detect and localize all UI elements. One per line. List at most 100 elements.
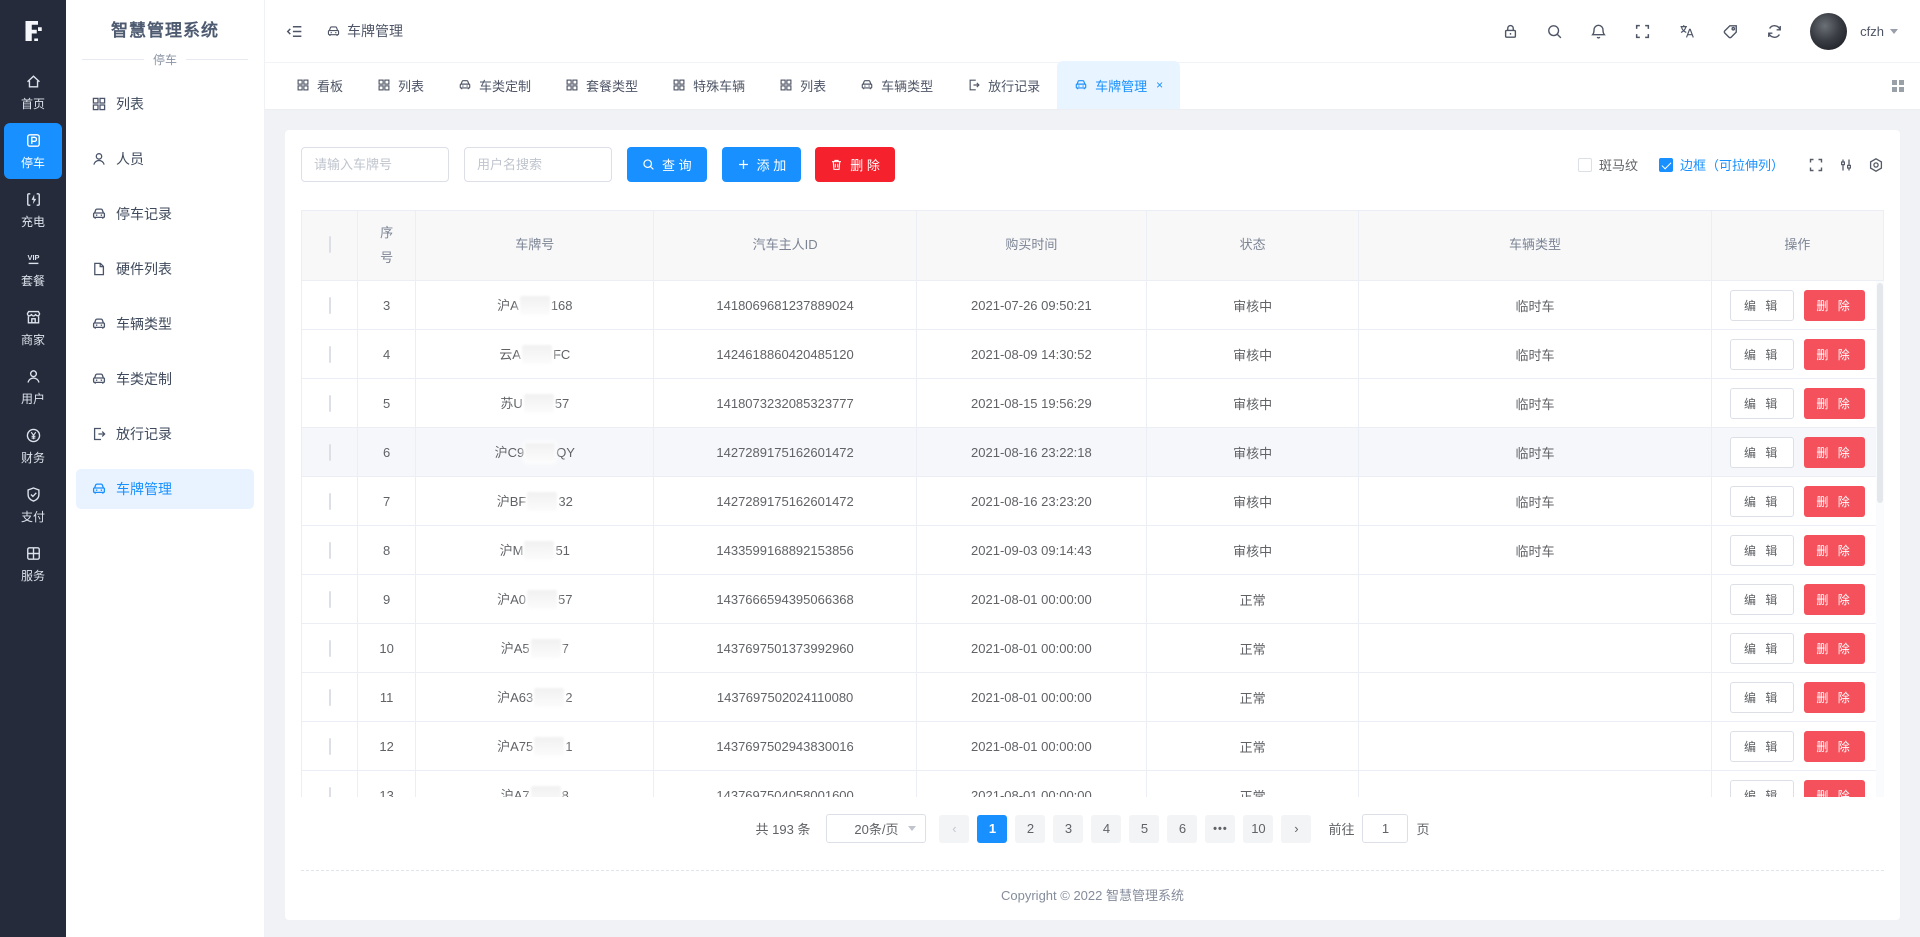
- row-checkbox[interactable]: [329, 395, 331, 412]
- rail-item-vip[interactable]: VIP套餐: [4, 241, 62, 297]
- bell-icon: [1590, 23, 1607, 40]
- row-delete-button[interactable]: 删 除: [1804, 486, 1864, 517]
- row-delete-button[interactable]: 删 除: [1804, 731, 1864, 762]
- scrollbar-thumb[interactable]: [1877, 283, 1883, 503]
- plate-number: 沪C9QY: [416, 428, 654, 477]
- rail-item-parking[interactable]: 停车: [4, 123, 62, 179]
- row-checkbox[interactable]: [329, 689, 331, 706]
- tab-8[interactable]: 放行记录: [950, 61, 1057, 109]
- settings-gear-icon[interactable]: [1868, 157, 1884, 173]
- row-edit-button[interactable]: 编 辑: [1730, 682, 1794, 713]
- row-delete-button[interactable]: 删 除: [1804, 633, 1864, 664]
- sidebar-item-2[interactable]: 人员: [76, 139, 254, 179]
- close-icon[interactable]: ×: [1156, 78, 1163, 92]
- row-delete-button[interactable]: 删 除: [1804, 388, 1864, 419]
- sidebar-item-8[interactable]: 车牌管理: [76, 469, 254, 509]
- row-index: 12: [358, 722, 416, 771]
- page-button-3[interactable]: 3: [1053, 815, 1083, 843]
- tab-2[interactable]: 列表: [360, 61, 441, 109]
- row-checkbox[interactable]: [329, 493, 331, 510]
- prev-page-button[interactable]: ‹: [939, 815, 969, 843]
- table-scrollbar[interactable]: [1876, 281, 1884, 797]
- sidebar-item-4[interactable]: 硬件列表: [76, 249, 254, 289]
- app-logo[interactable]: [0, 0, 66, 62]
- row-edit-button[interactable]: 编 辑: [1730, 780, 1794, 798]
- tab-6[interactable]: 列表: [762, 61, 843, 109]
- page-button-5[interactable]: 5: [1129, 815, 1159, 843]
- row-edit-button[interactable]: 编 辑: [1730, 535, 1794, 566]
- username-search-input[interactable]: [464, 147, 612, 182]
- row-delete-button[interactable]: 删 除: [1804, 682, 1864, 713]
- expand-icon[interactable]: [1808, 157, 1824, 173]
- rail-item-charge[interactable]: 充电: [4, 182, 62, 238]
- delete-button[interactable]: 删 除: [815, 147, 895, 182]
- column-settings-icon[interactable]: [1838, 157, 1854, 173]
- rail-item-shop[interactable]: 商家: [4, 300, 62, 356]
- charge-icon: [25, 191, 42, 208]
- border-checkbox[interactable]: [1659, 158, 1673, 172]
- row-checkbox[interactable]: [329, 787, 331, 798]
- row-checkbox[interactable]: [329, 738, 331, 755]
- row-delete-button[interactable]: 删 除: [1804, 437, 1864, 468]
- car-icon: [860, 78, 874, 92]
- sidebar-collapse-icon[interactable]: [285, 22, 304, 41]
- row-edit-button[interactable]: 编 辑: [1730, 584, 1794, 615]
- avatar[interactable]: [1810, 13, 1847, 50]
- vehicle-type: [1359, 673, 1711, 722]
- sidebar-item-7[interactable]: 放行记录: [76, 414, 254, 454]
- row-edit-button[interactable]: 编 辑: [1730, 486, 1794, 517]
- row-delete-button[interactable]: 删 除: [1804, 584, 1864, 615]
- row-checkbox[interactable]: [329, 297, 331, 314]
- row-checkbox[interactable]: [329, 591, 331, 608]
- grid-icon: [672, 78, 686, 92]
- tab-1[interactable]: 看板: [279, 61, 360, 109]
- plate-search-input[interactable]: [301, 147, 449, 182]
- zebra-checkbox[interactable]: [1578, 158, 1592, 172]
- row-delete-button[interactable]: 删 除: [1804, 290, 1864, 321]
- goto-page-input[interactable]: [1362, 814, 1408, 843]
- row-checkbox[interactable]: [329, 640, 331, 657]
- sidebar-item-3[interactable]: 停车记录: [76, 194, 254, 234]
- page-button-6[interactable]: 6: [1167, 815, 1197, 843]
- rail-item-finance[interactable]: 财务: [4, 418, 62, 474]
- row-delete-button[interactable]: 删 除: [1804, 535, 1864, 566]
- page-button-10[interactable]: 10: [1243, 815, 1273, 843]
- tab-5[interactable]: 特殊车辆: [655, 61, 762, 109]
- page-button-1[interactable]: 1: [977, 815, 1007, 843]
- main-area: 车牌管理 cfzh 看板列表车类定制套餐类型特殊车辆列表车辆类型放行记录车牌管理…: [265, 0, 1920, 937]
- row-edit-button[interactable]: 编 辑: [1730, 633, 1794, 664]
- rail-item-pay[interactable]: 支付: [4, 477, 62, 533]
- more-pages-button[interactable]: •••: [1205, 815, 1235, 843]
- row-delete-button[interactable]: 删 除: [1804, 339, 1864, 370]
- select-all-checkbox[interactable]: [329, 236, 331, 253]
- sidebar-item-5[interactable]: 车辆类型: [76, 304, 254, 344]
- row-checkbox[interactable]: [329, 346, 331, 363]
- row-edit-button[interactable]: 编 辑: [1730, 437, 1794, 468]
- table-row: 13沪A7814376975040580016002021-08-01 00:0…: [302, 771, 1884, 798]
- next-page-button[interactable]: ›: [1281, 815, 1311, 843]
- rail-item-service[interactable]: 服务: [4, 536, 62, 592]
- row-edit-button[interactable]: 编 辑: [1730, 388, 1794, 419]
- query-button[interactable]: 查 询: [627, 147, 707, 182]
- sidebar-item-1[interactable]: 列表: [76, 84, 254, 124]
- row-edit-button[interactable]: 编 辑: [1730, 290, 1794, 321]
- rail-item-user[interactable]: 用户: [4, 359, 62, 415]
- row-checkbox[interactable]: [329, 444, 331, 461]
- row-delete-button[interactable]: 删 除: [1804, 780, 1864, 798]
- tab-3[interactable]: 车类定制: [441, 61, 548, 109]
- add-button[interactable]: 添 加: [722, 147, 802, 182]
- page-size-select[interactable]: 20条/页: [826, 814, 926, 843]
- tab-4[interactable]: 套餐类型: [548, 61, 655, 109]
- row-edit-button[interactable]: 编 辑: [1730, 339, 1794, 370]
- row-edit-button[interactable]: 编 辑: [1730, 731, 1794, 762]
- tab-7[interactable]: 车辆类型: [843, 61, 950, 109]
- page-button-2[interactable]: 2: [1015, 815, 1045, 843]
- user-menu[interactable]: cfzh: [1860, 24, 1898, 39]
- rail-item-home[interactable]: 首页: [4, 64, 62, 120]
- row-checkbox[interactable]: [329, 542, 331, 559]
- tab-options-icon[interactable]: [1890, 78, 1906, 94]
- tab-9[interactable]: 车牌管理×: [1057, 61, 1180, 109]
- page-button-4[interactable]: 4: [1091, 815, 1121, 843]
- sidebar-item-6[interactable]: 车类定制: [76, 359, 254, 399]
- tab-label: 放行记录: [988, 76, 1040, 95]
